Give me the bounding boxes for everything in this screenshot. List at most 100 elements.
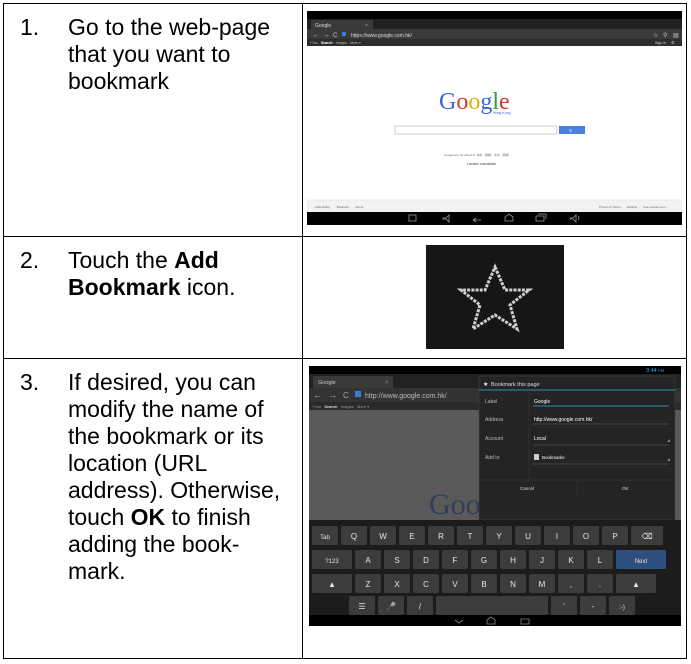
keyboard-key-label: U	[525, 532, 531, 541]
step-1-image-cell: Google × ← → C https://www.google.com.hk…	[302, 3, 687, 237]
reload-icon[interactable]: C	[343, 391, 349, 400]
google-logo-dimmed: Goo	[429, 488, 481, 521]
keyboard-key-label: B	[481, 580, 486, 589]
google-bar-links[interactable]: +You Search Images More ▾	[312, 404, 369, 409]
keyboard-key-label: I	[555, 532, 557, 541]
keyboard-key-label: ▲	[632, 580, 640, 589]
search-icon[interactable]: ⚲	[663, 32, 667, 39]
keyboard-key-label: ⌫	[641, 532, 652, 541]
back-icon[interactable]: ←	[313, 390, 322, 400]
reload-icon[interactable]: C	[333, 33, 338, 39]
keyboard-key-label: S	[394, 556, 399, 565]
step-text: Go to the web-page that you want to book…	[68, 14, 271, 94]
keyboard-key-label: J	[540, 556, 544, 565]
dialog-star-icon: ★	[483, 381, 488, 388]
back-icon[interactable]: ←	[312, 32, 319, 39]
keyboard-key-label: R	[438, 532, 444, 541]
step-text: If desired, you can modify the name of t…	[68, 369, 281, 584]
label-input[interactable]: Google	[534, 399, 550, 405]
search-input[interactable]	[394, 125, 558, 135]
keyboard-key-label: D	[423, 556, 429, 565]
keyboard-key-label: V	[452, 580, 458, 589]
close-tab-icon[interactable]: ×	[365, 23, 368, 29]
keyboard-key-label: N	[510, 580, 516, 589]
keyboard-key-label: Y	[496, 532, 502, 541]
bookmark-dialog-svg: 3:44 PM Google × ← → C http://www.google…	[308, 366, 681, 626]
keyboard-key-label: ,	[569, 580, 571, 589]
address-input[interactable]: http://www.google.com.hk/	[534, 417, 593, 423]
browser-screenshot: Google × ← → C https://www.google.com.hk…	[307, 11, 682, 225]
offered-in-text: Google.com.hk offered in: 中文（繁體） 中文（简体）	[444, 153, 511, 157]
keyboard-key-label: K	[568, 556, 574, 565]
address-bar[interactable]: https://www.google.com.hk/	[351, 33, 412, 39]
keyboard-key-label: Tab	[320, 535, 330, 541]
keyboard-key-label: G	[480, 556, 486, 565]
settings-gear-icon[interactable]: ⚙	[671, 40, 675, 45]
bookmark-dialog	[478, 375, 675, 521]
keyboard-key-label: .	[598, 580, 600, 589]
address-bar[interactable]: http://www.google.com.hk/	[365, 393, 447, 400]
logo-subtitle: Hong Kong	[493, 111, 511, 115]
keyboard-key-label: F	[452, 556, 457, 565]
step-1-text-cell: 1. Go to the web-page that you want to b…	[3, 3, 303, 237]
account-select[interactable]: Local	[534, 436, 546, 442]
keyboard-key-label: A	[365, 556, 371, 565]
keyboard-key-label: P	[612, 532, 617, 541]
keyboard-key-label: W	[379, 532, 387, 541]
step-3-text-cell: 3. If desired, you can modify the name o…	[3, 358, 303, 659]
keyboard-key-label: C	[423, 580, 429, 589]
folder-icon	[533, 454, 539, 460]
keyboard-key-label: Z	[365, 580, 370, 589]
search-button-icon: ⚲	[569, 128, 572, 133]
sign-in-link[interactable]: Sign in	[655, 41, 666, 45]
add-bookmark-icon-closeup	[425, 245, 564, 349]
steps-table: 1. Go to the web-page that you want to b…	[3, 3, 687, 659]
dialog-title: Bookmark this page	[491, 382, 540, 388]
add-bookmark-star-icon[interactable]	[426, 245, 564, 349]
menu-icon[interactable]: ▤	[673, 33, 679, 39]
keyboard-key-label: :-)	[619, 605, 625, 611]
step-2-image-cell	[302, 236, 687, 359]
forward-icon[interactable]: →	[328, 390, 337, 400]
keyboard-key[interactable]	[435, 596, 548, 615]
keyboard-key-label: H	[510, 556, 516, 565]
keyboard-key-label: ☰	[358, 602, 365, 611]
step-2-text-cell: 2. Touch the Add Bookmark icon.	[3, 236, 303, 359]
location-text: Location unavailable	[467, 162, 496, 166]
bookmark-star-icon[interactable]: ☆	[653, 32, 658, 39]
google-bar-links[interactable]: +You Search Images More ▾	[310, 41, 361, 45]
close-tab-icon[interactable]: ×	[385, 380, 389, 386]
search-button[interactable]	[559, 126, 585, 134]
footer-left-links[interactable]: Advertising Business About	[315, 205, 364, 209]
step-3-image-cell: 3:44 PM Google × ← → C http://www.google…	[302, 358, 687, 659]
folder-select[interactable]: Bookmarks	[542, 455, 565, 460]
step-number: 2.	[20, 247, 40, 273]
keyboard-key-label: O	[582, 532, 588, 541]
tab-title[interactable]: Google	[318, 380, 336, 386]
step-text: Touch the Add Bookmark icon.	[68, 247, 236, 300]
step-number: 3.	[20, 369, 40, 395]
keyboard-key-label: X	[394, 580, 400, 589]
keyboard-key-label: E	[409, 532, 414, 541]
page-icon	[342, 32, 346, 36]
field-label: Label	[485, 399, 497, 405]
ok-button[interactable]: OK	[622, 486, 629, 491]
keyboard-key-label: ?123	[325, 559, 339, 565]
keyboard-key-label: 🎤	[386, 601, 396, 611]
page-icon	[354, 391, 361, 397]
keyboard-key-label: -	[591, 602, 594, 611]
field-label: Add to	[485, 455, 500, 461]
keyboard-key-label: L	[597, 556, 602, 565]
bookmark-dialog-screenshot: 3:44 PM Google × ← → C http://www.google…	[308, 366, 681, 626]
footer-right-links[interactable]: Privacy & Terms Settings Use Google.com	[599, 205, 666, 209]
cancel-button[interactable]: Cancel	[520, 486, 534, 491]
tab-title[interactable]: Google	[315, 23, 331, 29]
field-label: Address	[485, 417, 504, 423]
field-label: Account	[485, 436, 504, 442]
keyboard-key-label: M	[538, 580, 545, 589]
browser-screenshot-svg: Google × ← → C https://www.google.com.hk…	[307, 11, 682, 225]
forward-icon[interactable]: →	[323, 32, 330, 39]
keyboard-key-label: Next	[634, 559, 647, 565]
keyboard-key-label: T	[467, 532, 472, 541]
step-number: 1.	[20, 14, 40, 40]
